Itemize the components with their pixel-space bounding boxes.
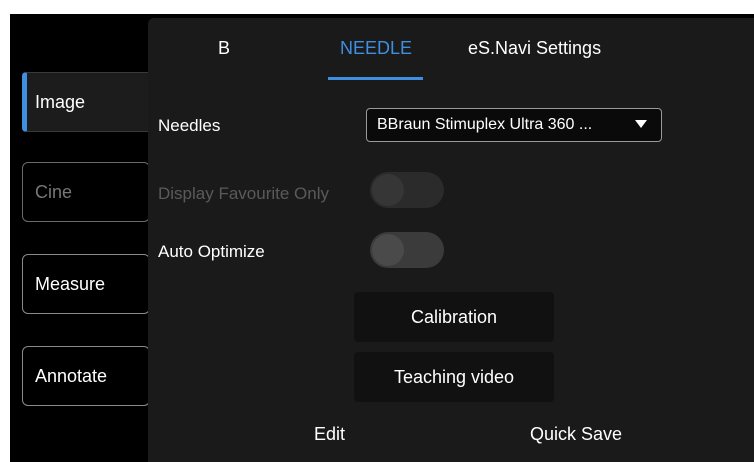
needles-dropdown[interactable]: BBraun Stimuplex Ultra 360 ... (366, 108, 662, 142)
display-favourite-toggle[interactable] (370, 172, 444, 208)
auto-optimize-label: Auto Optimize (158, 242, 265, 261)
sidebar-item-measure[interactable]: Measure (22, 254, 150, 314)
needles-dropdown-value: BBraun Stimuplex Ultra 360 ... (377, 116, 593, 133)
teaching-video-button-label: Teaching video (393, 366, 515, 387)
needles-label: Needles (158, 116, 221, 135)
tab-es-navi-settings[interactable]: eS.Navi Settings (468, 38, 601, 59)
sidebar-item-label: Cine (35, 181, 73, 202)
calibration-button[interactable]: Calibration (354, 292, 554, 342)
toggle-knob (372, 174, 404, 206)
caret-down-icon (635, 120, 647, 128)
settings-panel: B NEEDLE eS.Navi Settings Needles BBraun… (148, 18, 754, 462)
active-tab-indicator (328, 77, 423, 80)
sidebar-item-image[interactable]: Image (22, 72, 160, 132)
calibration-button-label: Calibration (410, 306, 498, 327)
sidebar-item-label: Annotate (35, 365, 108, 386)
teaching-video-button[interactable]: Teaching video (354, 352, 554, 402)
auto-optimize-toggle[interactable] (370, 232, 444, 268)
sidebar-item-label: Image (35, 91, 86, 112)
edit-button[interactable]: Edit (314, 424, 345, 445)
ultrasound-screen: Image Cine Measure Annotate B NEEDLE eS.… (10, 14, 754, 462)
sidebar-item-label: Measure (35, 273, 106, 294)
tab-needle[interactable]: NEEDLE (340, 38, 412, 59)
sidebar-item-cine[interactable]: Cine (22, 162, 150, 222)
toggle-knob (372, 234, 404, 266)
quick-save-button[interactable]: Quick Save (530, 424, 622, 445)
tab-b[interactable]: B (218, 38, 230, 59)
sidebar-item-annotate[interactable]: Annotate (22, 346, 150, 406)
tab-bar: B NEEDLE eS.Navi Settings (148, 18, 754, 84)
display-favourite-label: Display Favourite Only (158, 184, 330, 203)
